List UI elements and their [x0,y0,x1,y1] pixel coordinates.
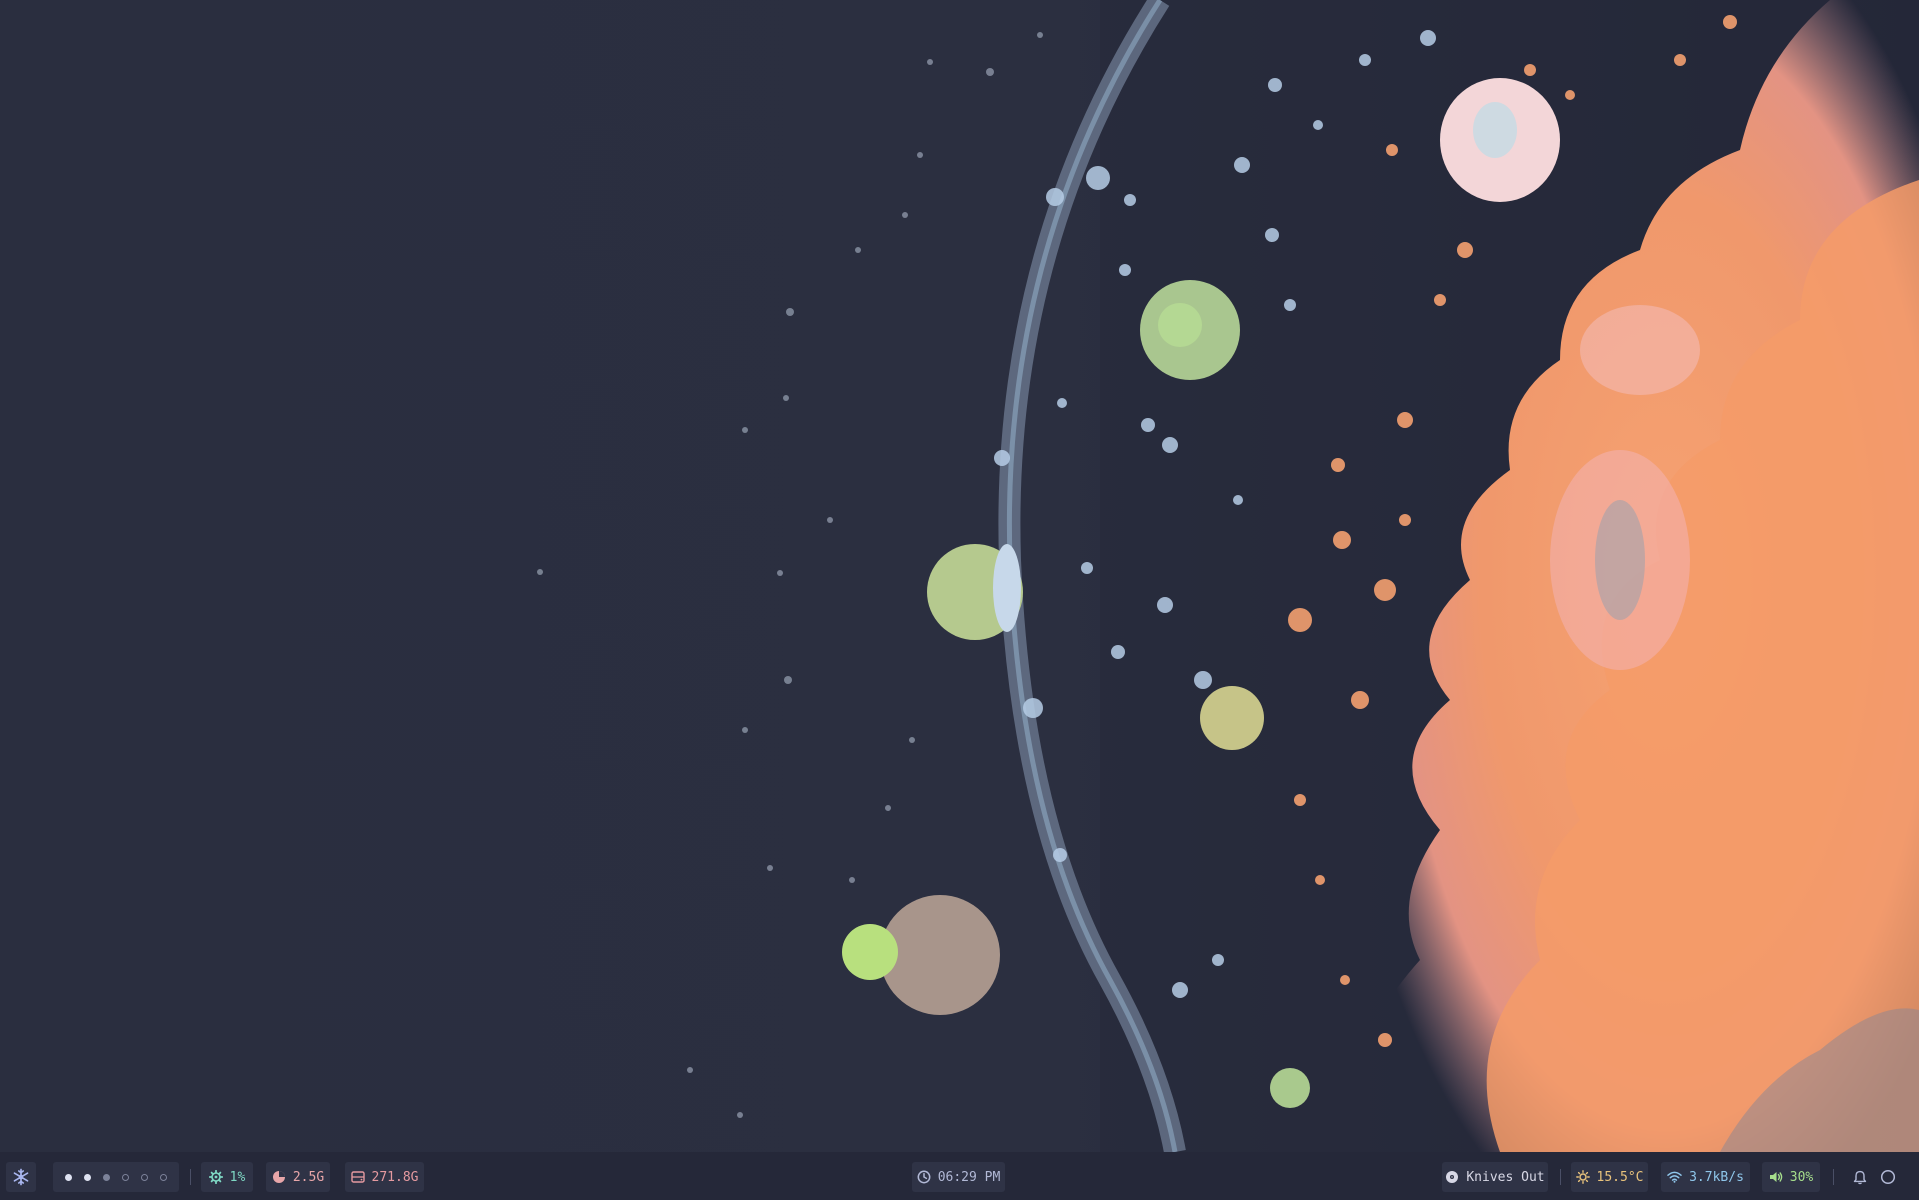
wifi-icon [1667,1171,1682,1183]
temperature-value: 15.5°C [1596,1169,1644,1185]
drive-icon [350,1171,365,1183]
disc-icon [1445,1170,1459,1184]
launcher-button[interactable] [6,1162,36,1192]
divider [1833,1169,1834,1185]
circle-icon [1880,1169,1896,1185]
workspace-1[interactable] [65,1173,72,1181]
clock[interactable]: 06:29 PM [912,1162,1005,1192]
disk-usage[interactable]: 271.8G [345,1162,424,1192]
network-speed[interactable]: 3.7kB/s [1661,1162,1750,1192]
temperature[interactable]: 15.5°C [1571,1162,1648,1192]
pie-chart-icon [272,1170,286,1184]
volume[interactable]: 30% [1762,1162,1820,1192]
power-button[interactable] [1875,1162,1901,1192]
cpu-usage[interactable]: 1% [201,1162,253,1192]
workspace-6[interactable] [160,1173,167,1181]
snowflake-icon [12,1168,30,1186]
clock-icon [917,1170,931,1184]
workspace-4[interactable] [122,1173,129,1181]
workspace-3[interactable] [103,1173,110,1181]
workspace-switcher [53,1162,179,1192]
workspace-2[interactable] [84,1173,91,1181]
sun-icon [1575,1170,1590,1184]
notifications-button[interactable] [1847,1162,1873,1192]
cpu-value: 1% [229,1169,246,1185]
divider [1560,1169,1561,1185]
gear-icon [208,1170,223,1184]
disk-value: 271.8G [371,1169,419,1185]
memory-usage[interactable]: 2.5G [266,1162,330,1192]
media-player[interactable]: Knives Out [1442,1162,1548,1192]
bell-icon [1853,1170,1867,1185]
volume-value: 30% [1789,1169,1814,1185]
media-title: Knives Out [1466,1169,1545,1185]
taskbar: 1% 2.5G 271.8G 06:29 PM Knives Out 15.5°… [0,1152,1919,1200]
network-value: 3.7kB/s [1689,1169,1744,1185]
workspace-5[interactable] [141,1173,148,1181]
memory-value: 2.5G [292,1169,325,1185]
clock-value: 06:29 PM [937,1169,1001,1185]
wallpaper-image [0,0,1919,1152]
desktop-wallpaper [0,0,1919,1152]
speaker-icon [1769,1170,1783,1184]
divider [190,1169,191,1185]
